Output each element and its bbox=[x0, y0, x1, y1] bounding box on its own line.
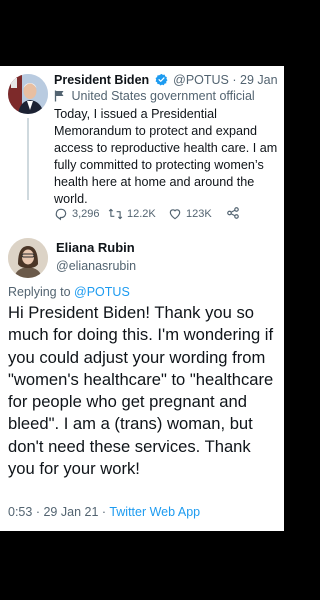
eliana-avatar[interactable] bbox=[8, 238, 48, 278]
flag-icon bbox=[54, 90, 65, 106]
tweet-card: President Biden @POTUS · 29 Jan United S… bbox=[0, 66, 284, 531]
like-count: 123K bbox=[186, 208, 212, 220]
replying-to-mention[interactable]: @POTUS bbox=[74, 285, 130, 299]
thread-line bbox=[27, 118, 29, 200]
reply-button[interactable]: 3,296 bbox=[54, 206, 100, 222]
retweet-button[interactable]: 12.2K bbox=[108, 206, 156, 222]
share-button[interactable] bbox=[226, 206, 240, 220]
replying-to-prefix: Replying to bbox=[8, 285, 71, 299]
tweet-metadata: 0:53 · 29 Jan 21 · Twitter Web App bbox=[8, 504, 200, 520]
government-label: United States government official bbox=[54, 88, 280, 104]
reply-icon bbox=[54, 207, 68, 221]
meta-separator-2: · bbox=[101, 505, 107, 519]
retweet-count: 12.2K bbox=[127, 208, 156, 220]
replying-to-label: Replying to @POTUS bbox=[8, 284, 130, 300]
reply-author-name[interactable]: Eliana Rubin bbox=[56, 240, 135, 256]
biden-avatar[interactable] bbox=[8, 74, 48, 114]
author-handle[interactable]: @POTUS bbox=[173, 73, 229, 87]
separator-dot: · bbox=[232, 73, 237, 87]
author-name[interactable]: President Biden bbox=[54, 73, 149, 87]
tweet-client-link[interactable]: Twitter Web App bbox=[109, 505, 200, 519]
reply-tweet-text: Hi President Biden! Thank you so much fo… bbox=[8, 303, 274, 479]
reply-count: 3,296 bbox=[72, 208, 100, 220]
tweet-time[interactable]: 0:53 bbox=[8, 505, 32, 519]
parent-tweet-header: President Biden @POTUS · 29 Jan bbox=[54, 72, 280, 88]
like-icon bbox=[168, 207, 182, 221]
meta-separator: · bbox=[35, 505, 40, 519]
reply-author-handle[interactable]: @elianasrubin bbox=[56, 258, 136, 274]
government-label-text: United States government official bbox=[71, 89, 255, 103]
retweet-icon bbox=[108, 207, 123, 221]
tweet-date[interactable]: 29 Jan bbox=[240, 73, 278, 87]
tweet-full-date[interactable]: 29 Jan 21 bbox=[43, 505, 98, 519]
like-button[interactable]: 123K bbox=[168, 206, 212, 222]
share-icon bbox=[226, 206, 240, 220]
parent-tweet-text: Today, I issued a Presidential Memorandu… bbox=[54, 107, 278, 206]
tweet-actions: 3,296 12.2K 123K bbox=[54, 206, 278, 222]
